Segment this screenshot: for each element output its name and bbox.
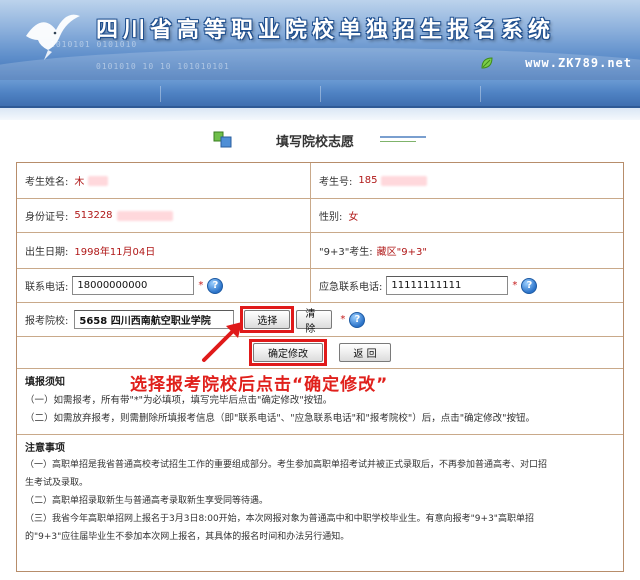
gender-cell: 性别: 女 — [310, 199, 623, 232]
redacted-mark — [88, 175, 109, 186]
nine-three-label: "9+3"考生: — [319, 247, 373, 258]
nav-bar — [0, 80, 640, 108]
page-heading: 填写院校志愿 — [0, 126, 640, 152]
phone-input[interactable]: 18000000000 — [72, 276, 195, 295]
help-icon[interactable]: ? — [349, 311, 366, 328]
nine-three-value: 藏区"9+3" — [376, 247, 427, 258]
site-url: www.ZK789.net — [525, 56, 632, 70]
banner-binary-text: 0101010 10 10 101010101 — [96, 62, 230, 71]
attention-item: （三）我省今年高职单招网上报名于3月3日8:00开始，本次网报对象为普通高中和中… — [25, 514, 534, 524]
exam-no-cell: 考生号: 185 — [310, 163, 623, 198]
birth-cell: 出生日期: 1998年11月04日 — [17, 233, 310, 268]
attention-item: 的"9+3"应往届毕业生不参加本次网上报名，其具体的报名时间和办法另行通知。 — [25, 532, 350, 542]
help-icon[interactable]: ? — [521, 277, 538, 294]
header-banner: 0101010 10 10 101010101 1010101 0101010 … — [0, 0, 640, 80]
nav-divider — [480, 86, 481, 102]
id-value: 513228 — [74, 210, 113, 221]
required-star: * — [198, 280, 204, 291]
phone-label: 联系电话: — [25, 282, 69, 293]
seagull-logo-icon — [26, 14, 80, 60]
form-row: 考生姓名: 木 考生号: 185 — [17, 163, 623, 199]
attention-title: 注意事项 — [25, 443, 65, 454]
nav-divider — [320, 86, 321, 102]
confirm-highlight: 确定修改 — [249, 339, 327, 366]
phone-cell: 联系电话: 18000000000 * ? — [17, 269, 310, 302]
gender-value: 女 — [348, 212, 359, 223]
emergency-label: 应急联系电话: — [319, 282, 383, 293]
nine-three-cell: "9+3"考生: 藏区"9+3" — [310, 233, 623, 268]
attention-item: （二）高职单招录取新生与普通高考录取新生享受同等待遇。 — [25, 496, 269, 506]
page-title: 填写院校志愿 — [276, 135, 355, 150]
application-form: 考生姓名: 木 考生号: 185 身份证号: 513228 性别: 女 出生日期… — [16, 162, 624, 572]
form-row: 确定修改 返 回 — [17, 337, 623, 369]
help-icon[interactable]: ? — [207, 277, 224, 294]
redacted-mark — [116, 210, 173, 221]
notice-item: （二）如需放弃报考，则需删除所填报考信息（即"联系电话"、"应急联系电话"和"报… — [25, 413, 535, 424]
select-school-button[interactable]: 选择 — [244, 310, 291, 329]
attention-item: （一）高职单招是我省普通高校考试招生工作的重要组成部分。考生参加高职单招考试并被… — [25, 460, 548, 470]
attention-item: 生考试及录取。 — [25, 478, 89, 488]
heading-decor-line — [380, 141, 416, 142]
birth-value: 1998年11月04日 — [74, 247, 156, 258]
school-cell: 报考院校: 5658 四川西南航空职业学院 选择 清除 * ? — [17, 303, 623, 336]
school-label: 报考院校: — [25, 316, 69, 327]
name-cell: 考生姓名: 木 — [17, 163, 310, 198]
select-highlight: 选择 — [240, 306, 295, 333]
clear-school-button[interactable]: 清除 — [296, 309, 333, 335]
emergency-phone-input[interactable]: 11111111111 — [386, 276, 509, 295]
leaf-icon — [481, 57, 493, 69]
name-value: 木 — [74, 177, 85, 188]
attention-section: 注意事项 （一）高职单招是我省普通高校考试招生工作的重要组成部分。考生参加高职单… — [17, 435, 623, 571]
form-row: 出生日期: 1998年11月04日 "9+3"考生: 藏区"9+3" — [17, 233, 623, 269]
system-title: 四川省高等职业院校单独招生报名系统 — [96, 18, 556, 43]
back-button[interactable]: 返 回 — [339, 343, 391, 362]
redacted-mark — [381, 175, 428, 186]
emergency-cell: 应急联系电话: 11111111111 * ? — [310, 269, 623, 302]
cubes-icon — [213, 131, 232, 148]
id-label: 身份证号: — [25, 212, 69, 223]
nav-divider — [160, 86, 161, 102]
gender-label: 性别: — [319, 212, 343, 223]
annotation-arrow-icon — [202, 322, 242, 362]
id-cell: 身份证号: 513228 — [17, 199, 310, 232]
form-row: 联系电话: 18000000000 * ? 应急联系电话: 1111111111… — [17, 269, 623, 303]
heading-decor-line — [380, 136, 426, 138]
exam-no-value: 185 — [358, 175, 378, 186]
confirm-button[interactable]: 确定修改 — [253, 343, 323, 362]
action-cell: 确定修改 返 回 — [17, 337, 623, 368]
name-label: 考生姓名: — [25, 177, 69, 188]
exam-no-label: 考生号: — [319, 177, 353, 188]
sub-bar — [0, 108, 640, 120]
birth-label: 出生日期: — [25, 247, 69, 258]
required-star: * — [340, 314, 346, 325]
form-row: 报考院校: 5658 四川西南航空职业学院 选择 清除 * ? — [17, 303, 623, 337]
annotation-caption: 选择报考院校后点击“确定修改” — [130, 375, 389, 395]
required-star: * — [512, 280, 518, 291]
form-row: 身份证号: 513228 性别: 女 — [17, 199, 623, 233]
